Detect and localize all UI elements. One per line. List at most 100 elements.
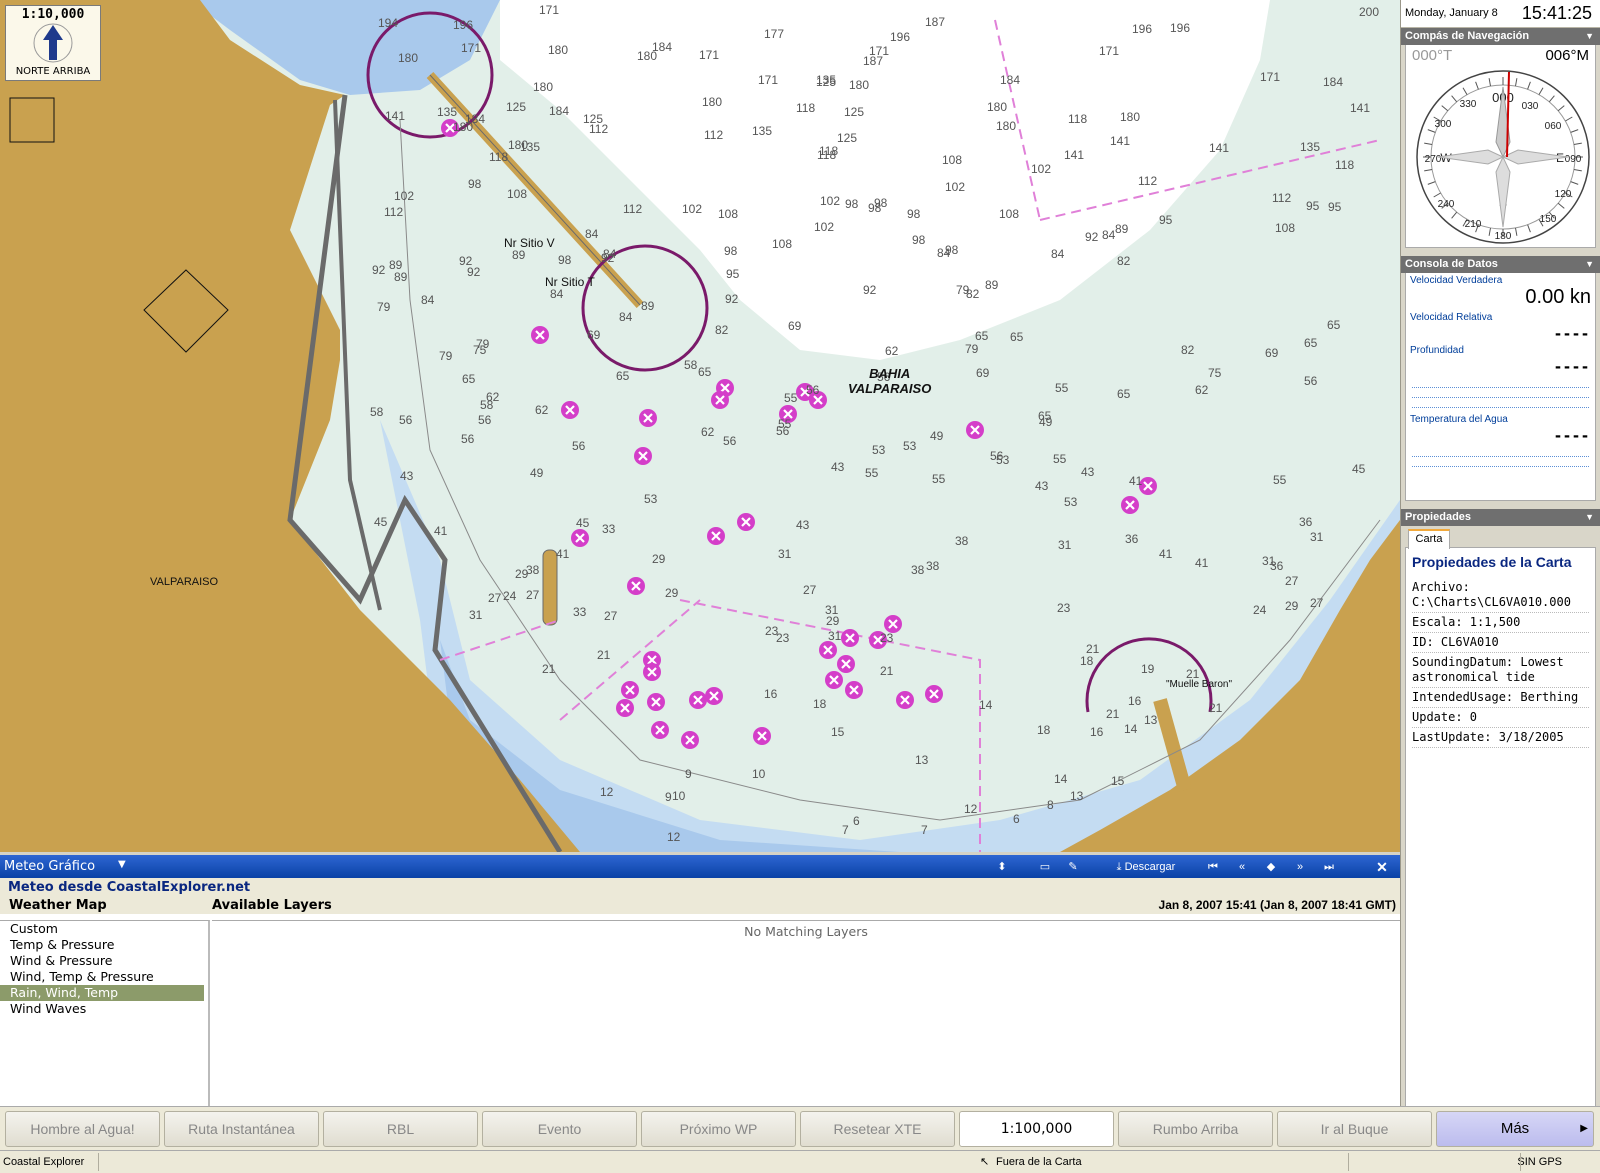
property-row: LastUpdate: 3/18/2005 (1412, 728, 1589, 748)
sounding-label: 21 (1209, 701, 1223, 715)
tab-carta[interactable]: Carta (1408, 529, 1450, 549)
svg-text:120: 120 (1555, 189, 1572, 200)
sounding-label: 41 (434, 524, 448, 538)
list-item[interactable]: Temp & Pressure (0, 937, 208, 953)
first-frame-icon[interactable]: ⏮ (1203, 857, 1223, 877)
data-console-header[interactable]: Consola de Datos ▼ (1401, 256, 1600, 273)
sounding-label: 194 (378, 16, 398, 30)
sounding-label: 31 (1058, 538, 1072, 552)
last-frame-icon[interactable]: ⏭ (1319, 857, 1339, 877)
city-label: VALPARAISO (150, 576, 219, 588)
previous-frame-icon[interactable]: « (1232, 857, 1252, 877)
sounding-label: 24 (1253, 603, 1267, 617)
sounding-label: 53 (644, 492, 658, 506)
chart-canvas[interactable]: 5565794198491801411183810211292959823108… (0, 0, 1400, 852)
sounding-label: 184 (549, 104, 569, 118)
sounding-label: 79 (439, 349, 453, 363)
chevron-down-icon[interactable]: ▼ (1585, 256, 1594, 273)
sounding-label: 82 (1181, 343, 1195, 357)
man-overboard-button[interactable]: Hombre al Agua! (5, 1111, 160, 1147)
wreck-marker-icon (841, 629, 859, 647)
sounding-label: 177 (764, 27, 784, 41)
list-item-selected[interactable]: Rain, Wind, Temp (0, 985, 204, 1001)
status-divider (98, 1153, 99, 1171)
sounding-label: 180 (849, 78, 869, 92)
sounding-label: 79 (956, 283, 970, 297)
magnetic-heading: 006°M (1545, 47, 1589, 64)
depth-value: ---- (1555, 356, 1591, 376)
open-folder-icon[interactable]: ▭ (1035, 857, 1055, 877)
property-row: Update: 0 (1412, 708, 1589, 728)
weather-map-list[interactable]: Custom Temp & Pressure Wind & Pressure W… (0, 920, 210, 1106)
wreck-marker-icon (639, 409, 657, 427)
meteo-toolbar: Meteo Gráfico ▼ ⬍ ▭ ✎ ⤓ Descargar ⏮ « ◆ … (0, 852, 1400, 878)
sounding-label: 141 (1110, 134, 1130, 148)
event-button[interactable]: Evento (482, 1111, 637, 1147)
sounding-label: 112 (1272, 191, 1291, 205)
properties-title: Propiedades (1405, 511, 1472, 523)
list-item[interactable]: Wind, Temp & Pressure (0, 969, 208, 985)
heading-up-button[interactable]: Rumbo Arriba (1118, 1111, 1273, 1147)
sounding-label: 75 (473, 343, 487, 357)
clock: Monday, January 8 15:41:25 (1401, 0, 1600, 28)
compass-panel-header[interactable]: Compás de Navegación ▼ (1401, 28, 1600, 45)
reset-xte-button[interactable]: Resetear XTE (800, 1111, 955, 1147)
list-item[interactable]: Wind Waves (0, 1001, 208, 1017)
sounding-label: 31 (825, 603, 839, 617)
nautical-chart[interactable]: 55 65 79 41 98 49 180 141 118 38 102 112 92 95 98 23 108… (0, 0, 1400, 852)
sounding-label: 92 (725, 292, 739, 306)
rbl-button[interactable]: RBL (323, 1111, 478, 1147)
next-waypoint-button[interactable]: Próximo WP (641, 1111, 796, 1147)
status-cursor-position: Fuera de la Carta (996, 1156, 1082, 1168)
chevron-down-icon[interactable]: ▼ (1585, 28, 1594, 45)
sounding-label: 112 (1138, 174, 1157, 188)
sounding-label: 171 (539, 3, 559, 17)
sounding-label: 135 (437, 105, 457, 119)
close-icon[interactable]: ✕ (1372, 857, 1392, 877)
pier-label: "Muelle Baron" (1166, 679, 1233, 690)
sounding-label: 65 (1327, 318, 1341, 332)
instant-route-button[interactable]: Ruta Instantánea (164, 1111, 319, 1147)
chart-scale-indicator[interactable]: 1:10,000 NORTE ARRIBA (5, 5, 101, 81)
svg-text:090: 090 (1565, 154, 1582, 165)
sounding-label: 55 (1053, 452, 1067, 466)
next-frame-icon[interactable]: » (1290, 857, 1310, 877)
sounding-label: 18 (1037, 723, 1051, 737)
sounding-label: 135 (1300, 140, 1320, 154)
sounding-label: 112 (704, 128, 723, 142)
wreck-marker-icon (561, 401, 579, 419)
sounding-label: 33 (573, 605, 587, 619)
sounding-label: 84 (1051, 247, 1065, 261)
more-button[interactable]: Más ▶ (1436, 1111, 1594, 1147)
sounding-label: 141 (1064, 148, 1084, 162)
list-item[interactable]: Wind & Pressure (0, 953, 208, 969)
sounding-label: 112 (623, 202, 642, 216)
available-layers-list[interactable]: No Matching Layers (212, 920, 1400, 1106)
sounding-label: 31 (469, 608, 483, 622)
water-temp-value: ---- (1555, 425, 1591, 445)
scale-button[interactable]: 1:100,000 (959, 1111, 1114, 1147)
go-to-vessel-button[interactable]: Ir al Buque (1277, 1111, 1432, 1147)
current-frame-icon[interactable]: ◆ (1261, 857, 1281, 877)
sounding-label: 89 (641, 299, 655, 313)
sounding-label: 45 (374, 515, 388, 529)
sounding-label: 31 (828, 629, 842, 643)
sounding-label: 21 (597, 648, 611, 662)
status-bar: Coastal Explorer ↖ Fuera de la Carta SIN… (0, 1150, 1600, 1173)
sounding-label: 19 (1141, 662, 1155, 676)
properties-header[interactable]: Propiedades ▼ (1401, 509, 1600, 526)
download-button[interactable]: ⤓ Descargar (1108, 857, 1184, 877)
pin-icon[interactable]: ⬍ (995, 857, 1009, 877)
sounding-label: 43 (1081, 465, 1095, 479)
sounding-label: 10 (752, 767, 766, 781)
chevron-down-icon[interactable]: ▼ (1585, 509, 1594, 526)
meteo-panel: Meteo Gráfico ▼ ⬍ ▭ ✎ ⤓ Descargar ⏮ « ◆ … (0, 852, 1400, 1106)
sounding-label: 171 (1099, 44, 1119, 58)
edit-icon[interactable]: ✎ (1063, 857, 1083, 877)
sounding-label: 38 (911, 563, 925, 577)
sounding-label: 108 (507, 187, 527, 201)
chevron-down-icon[interactable]: ▼ (118, 859, 126, 870)
list-item[interactable]: Custom (0, 921, 208, 937)
true-speed-value: 0.00 kn (1525, 286, 1591, 308)
sounding-label: 62 (1195, 383, 1209, 397)
